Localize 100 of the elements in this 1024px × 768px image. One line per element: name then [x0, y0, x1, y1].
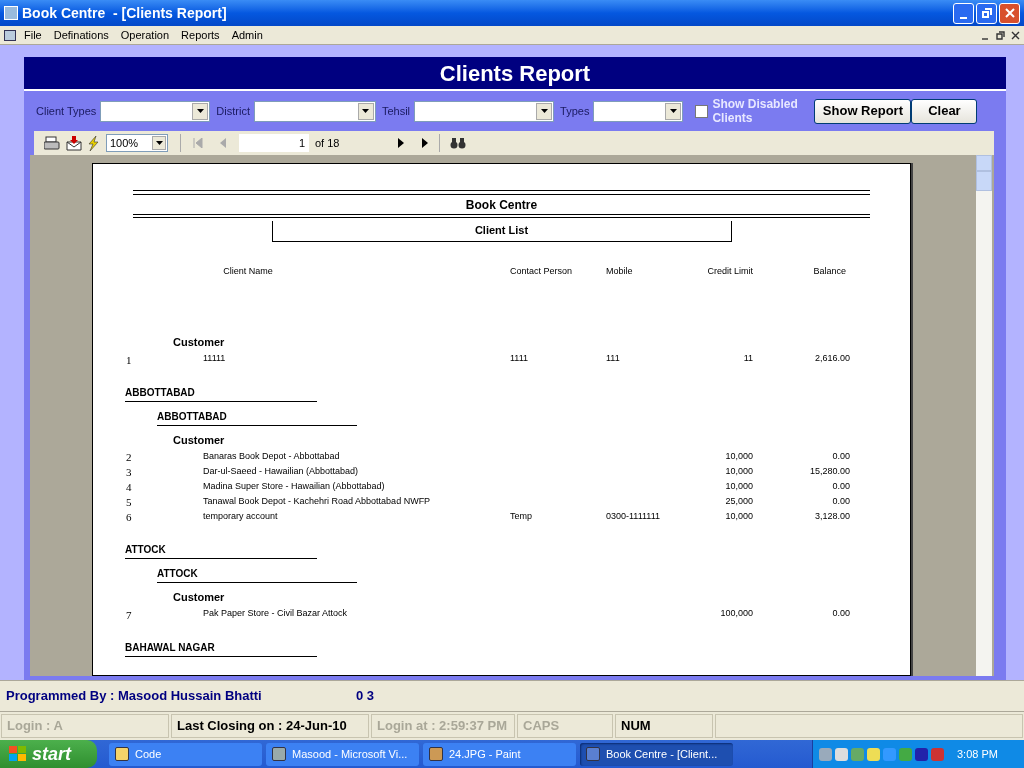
balance: 0.00: [831, 479, 850, 493]
menu-item[interactable]: Reports: [181, 26, 220, 44]
company-name: Book Centre: [464, 197, 539, 214]
menu-item[interactable]: File: [24, 26, 42, 44]
restore-icon[interactable]: [996, 30, 1005, 40]
next-page-icon[interactable]: [397, 138, 405, 148]
taskbar-button[interactable]: Book Centre - [Client...: [580, 742, 733, 766]
menu-item[interactable]: Definations: [53, 26, 109, 44]
filter-label: Tehsil: [381, 103, 411, 119]
row-number: 1: [126, 353, 133, 366]
previous-page-icon[interactable]: [219, 138, 227, 148]
menu-item[interactable]: Admin: [231, 26, 263, 44]
checkbox-label: Show Disabled Clients: [712, 97, 799, 125]
contact-person: Temp: [510, 509, 533, 523]
tray-icon[interactable]: [915, 747, 928, 761]
row-number: 6: [126, 511, 133, 523]
row-number: 3: [126, 466, 133, 478]
vertical-scrollbar[interactable]: [976, 155, 992, 676]
credit-limit: 11: [742, 352, 753, 365]
app-icon: [4, 6, 18, 20]
minimize-icon: [960, 17, 967, 19]
filter-label: Client Types: [36, 103, 97, 119]
client-type-heading: Customer: [173, 590, 226, 605]
client-type-heading: Customer: [173, 432, 226, 448]
zoom-dropdown[interactable]: 100%: [106, 134, 168, 152]
credit-limit: 10,000: [724, 449, 753, 463]
export-icon[interactable]: [66, 135, 82, 151]
clock: 3:08 PM: [957, 746, 998, 762]
row-number: 7: [126, 608, 133, 621]
tehsil-heading: ABBOTTABAD: [157, 408, 357, 426]
column-header: Contact Person: [510, 264, 574, 278]
credit-limit: 100,000: [719, 607, 753, 620]
balance: 0.00: [831, 494, 850, 508]
balance: 2,616.00: [813, 352, 850, 365]
status-panel: Login at : 2:59:37 PM: [371, 714, 515, 738]
client-name: Tanawal Book Depot - Kachehri Road Abbottabad NWFP: [203, 494, 432, 508]
credit-limit: 25,000: [724, 494, 753, 508]
taskbar-button[interactable]: Code: [109, 742, 262, 766]
mobile-number: 0300-1111111: [606, 509, 662, 523]
programmer-credit: Programmed By : Masood Hussain Bhatti: [6, 687, 263, 706]
report-title: Client List: [271, 221, 732, 242]
balance: 15,280.00: [808, 464, 850, 478]
district-heading: ABBOTTABAD: [125, 384, 317, 402]
balance: 0.00: [831, 449, 850, 463]
client-name: Banaras Book Depot - Abbottabad: [203, 449, 341, 463]
mobile-number: 111: [606, 352, 621, 365]
filter-label: District: [216, 103, 250, 119]
page-count: of 18: [315, 135, 341, 151]
first-page-icon[interactable]: [193, 138, 203, 148]
row-number: 4: [126, 481, 133, 493]
tehsil-heading: ATTOCK: [157, 566, 357, 583]
lightning-icon[interactable]: [88, 135, 100, 151]
row-number: 2: [126, 451, 133, 463]
credit-limit: 10,000: [724, 464, 753, 478]
district-heading: ATTOCK: [125, 542, 317, 559]
form-title: Clients Report: [439, 59, 591, 88]
contact-person: 1111: [510, 352, 530, 365]
page-number-field[interactable]: 1: [239, 134, 309, 152]
dropdown-field[interactable]: [253, 100, 376, 122]
app-icon: [272, 747, 286, 761]
clear-button[interactable]: Clear: [911, 98, 978, 124]
search-icon[interactable]: [450, 137, 466, 149]
status-panel: CAPS: [517, 714, 613, 738]
dropdown-field[interactable]: [100, 100, 211, 122]
balance: 3,128.00: [813, 509, 850, 523]
column-header: Balance: [812, 264, 847, 278]
filter-label: Types: [560, 103, 590, 119]
column-header: Client Name: [222, 264, 274, 278]
print-icon[interactable]: [44, 136, 60, 150]
status-code: 0 3: [356, 687, 375, 706]
district-heading: BAHAWAL NAGAR: [125, 639, 317, 657]
checkbox[interactable]: [695, 104, 709, 118]
taskbar-button[interactable]: Masood - Microsoft Vi...: [266, 742, 419, 766]
document-icon: [4, 29, 16, 41]
balance: 0.00: [831, 607, 850, 620]
restore-button[interactable]: [976, 2, 997, 24]
close-button[interactable]: [999, 2, 1020, 24]
app-icon: [429, 747, 443, 761]
dropdown-field[interactable]: [593, 100, 684, 122]
client-name: Dar-ul-Saeed - Hawailian (Abbottabad): [203, 464, 360, 478]
client-name: Pak Paper Store - Civil Bazar Attock: [203, 607, 349, 620]
column-header: Mobile: [606, 264, 634, 278]
taskbar-button[interactable]: 24.JPG - Paint: [423, 742, 576, 766]
app-icon: [586, 747, 600, 761]
last-page-icon[interactable]: [421, 138, 429, 148]
credit-limit: 10,000: [724, 479, 753, 493]
tray-icon[interactable]: [835, 747, 848, 761]
menu-item[interactable]: Operation: [120, 26, 170, 44]
client-type-heading: Customer: [173, 335, 226, 350]
minimize-button[interactable]: [953, 2, 974, 24]
client-name: temporary account: [203, 509, 279, 523]
restore-icon: [981, 8, 992, 18]
show-report-button[interactable]: Show Report: [814, 98, 912, 124]
close-icon: [1004, 8, 1015, 18]
window-title: Book Centre - [Clients Report]: [22, 3, 228, 23]
close-icon[interactable]: [1011, 30, 1020, 40]
column-header: Credit Limit: [706, 264, 753, 278]
status-panel: Login : A: [1, 714, 169, 738]
tray-icon[interactable]: [867, 747, 880, 761]
dropdown-field[interactable]: [414, 100, 555, 122]
